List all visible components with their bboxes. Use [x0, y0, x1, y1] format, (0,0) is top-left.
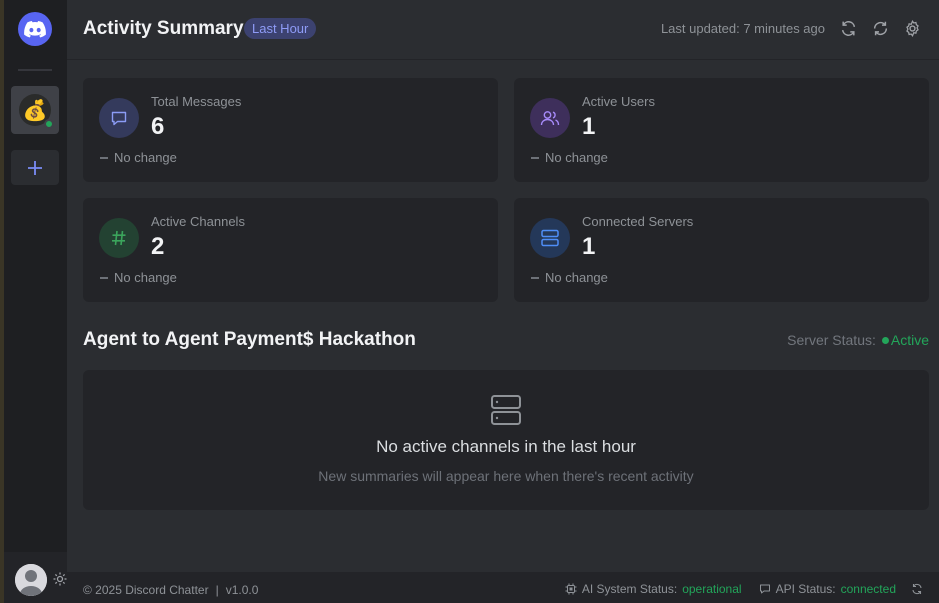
server-status-value: Active	[890, 332, 929, 348]
page-header: Activity Summary Last Hour Last updated:…	[67, 0, 939, 60]
stat-change-text: No change	[114, 270, 177, 285]
empty-state-subtitle: New summaries will appear here when ther…	[318, 468, 694, 484]
stat-label: Active Users	[582, 94, 655, 109]
version-text: v1.0.0	[225, 583, 259, 597]
stat-change: No change	[531, 150, 608, 165]
message-icon	[99, 98, 139, 138]
page-title: Activity Summary	[83, 18, 244, 39]
last-updated-text: Last updated: 7 minutes ago	[660, 21, 825, 36]
user-settings-icon[interactable]	[52, 571, 68, 587]
status-footer: © 2025 Discord Chatter | v1.0.0 AI System …	[67, 572, 939, 603]
stat-change: No change	[100, 150, 177, 165]
server-avatar-emoji: 💰	[22, 99, 48, 122]
stat-label: Connected Servers	[582, 214, 694, 229]
stat-change-text: No change	[114, 150, 177, 165]
footer-status: AI System Status: operational API Status…	[565, 582, 923, 596]
discord-home-button[interactable]	[18, 12, 52, 46]
stat-value: 6	[151, 113, 165, 140]
dash-icon	[531, 276, 539, 279]
server-icon	[530, 218, 570, 258]
money-bag-icon: 💰	[19, 94, 54, 129]
dash-icon	[531, 156, 539, 159]
dashboard-main: Total Messages 6 No change Active Users …	[67, 61, 939, 572]
server-status-label: Server Status:	[787, 332, 876, 348]
reconnect-icon[interactable]	[911, 583, 923, 595]
server-status: Server Status: Active	[787, 332, 929, 348]
footer-info: © 2025 Discord Chatter | v1.0.0	[83, 583, 258, 597]
hash-icon	[99, 218, 139, 258]
online-status-dot	[44, 119, 54, 129]
stat-label: Active Channels	[151, 214, 245, 229]
ai-status-label: AI System Status:	[581, 582, 678, 596]
time-range-badge[interactable]: Last Hour	[244, 18, 317, 39]
discord-logo-icon	[24, 20, 46, 37]
stat-value: 1	[582, 233, 596, 260]
stat-card-total-messages: Total Messages 6 No change	[83, 78, 498, 182]
stat-change-text: No change	[545, 150, 608, 165]
stat-change-text: No change	[545, 270, 608, 285]
empty-state-panel: No active channels in the last hour New …	[83, 370, 929, 510]
rail-divider	[18, 69, 52, 71]
server-name-heading: Agent to Agent Payment$ Hackathon	[83, 329, 416, 350]
status-dot-icon	[881, 337, 889, 345]
refresh-icon[interactable]	[840, 20, 857, 37]
settings-gear-icon[interactable]	[904, 20, 921, 37]
empty-state-title: No active channels in the last hour	[376, 437, 636, 456]
api-status-label: API Status:	[775, 582, 836, 596]
users-icon	[530, 98, 570, 138]
stat-value: 2	[151, 233, 165, 260]
api-chat-icon	[759, 584, 770, 594]
stat-card-connected-servers: Connected Servers 1 No change	[514, 198, 929, 302]
dash-icon	[100, 156, 108, 159]
sync-icon[interactable]	[872, 20, 889, 37]
add-server-button[interactable]	[11, 150, 59, 185]
stat-label: Total Messages	[151, 94, 242, 109]
stat-change: No change	[100, 270, 177, 285]
server-stack-icon	[491, 395, 521, 425]
default-user-icon	[15, 564, 47, 596]
copyright-text: © 2025 Discord Chatter	[83, 583, 209, 597]
plus-icon	[28, 160, 42, 175]
cpu-icon	[565, 583, 577, 595]
api-status-value: connected	[840, 582, 896, 596]
ai-status-value: operational	[682, 582, 742, 596]
stat-card-active-users: Active Users 1 No change	[514, 78, 929, 182]
server-icon-hackathon[interactable]: 💰	[11, 86, 59, 134]
stat-card-active-channels: Active Channels 2 No change	[83, 198, 498, 302]
dash-icon	[100, 276, 108, 279]
stat-change: No change	[531, 270, 608, 285]
stat-value: 1	[582, 113, 596, 140]
server-rail: 💰	[4, 0, 67, 552]
user-avatar[interactable]	[15, 564, 47, 596]
footer-separator: |	[215, 583, 219, 597]
user-panel	[4, 552, 67, 603]
